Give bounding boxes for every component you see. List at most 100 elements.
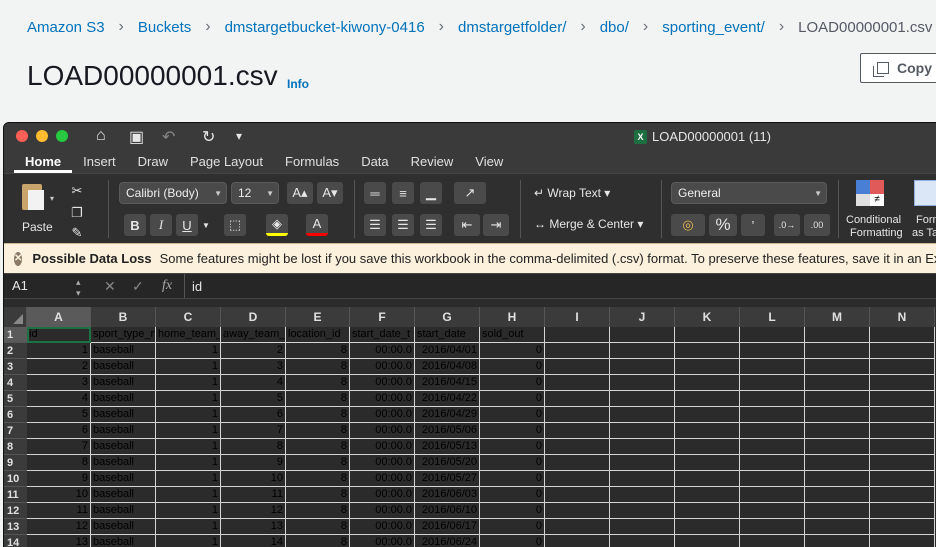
table-cell[interactable]: [805, 439, 870, 455]
table-cell[interactable]: 00:00.0: [350, 375, 415, 391]
table-cell[interactable]: 3: [221, 359, 286, 375]
table-cell[interactable]: [805, 423, 870, 439]
table-cell[interactable]: [740, 535, 805, 547]
wrap-text-button[interactable]: ↵ Wrap Text ▾: [534, 186, 610, 200]
table-cell[interactable]: start_date: [415, 327, 480, 343]
table-cell[interactable]: id: [27, 327, 91, 343]
table-cell[interactable]: [675, 375, 740, 391]
table-cell[interactable]: [870, 503, 935, 519]
table-cell[interactable]: [675, 487, 740, 503]
table-cell[interactable]: [740, 519, 805, 535]
table-cell[interactable]: [675, 343, 740, 359]
table-cell[interactable]: 8: [286, 343, 350, 359]
table-cell[interactable]: [740, 375, 805, 391]
table-cell[interactable]: [675, 391, 740, 407]
table-cell[interactable]: 00:00.0: [350, 343, 415, 359]
home-icon[interactable]: ⌂: [96, 127, 106, 145]
table-cell[interactable]: 00:00.0: [350, 535, 415, 547]
table-cell[interactable]: 2016/05/20: [415, 455, 480, 471]
tab-view[interactable]: View: [464, 154, 514, 173]
conditional-formatting-label-2[interactable]: Formatting: [850, 227, 903, 239]
cancel-entry-icon[interactable]: ✕: [104, 278, 116, 295]
table-cell[interactable]: [675, 359, 740, 375]
table-cell[interactable]: 8: [286, 535, 350, 547]
chevron-down-icon[interactable]: ▼: [199, 214, 213, 236]
table-cell[interactable]: 2016/05/27: [415, 471, 480, 487]
table-cell[interactable]: 0: [480, 519, 545, 535]
table-cell[interactable]: [805, 519, 870, 535]
borders-icon[interactable]: ⬚: [224, 214, 246, 236]
name-box-stepper-icon[interactable]: ▴ ▾: [76, 277, 81, 299]
table-cell[interactable]: 2016/04/01: [415, 343, 480, 359]
table-cell[interactable]: [870, 519, 935, 535]
table-cell[interactable]: 1: [156, 343, 221, 359]
table-cell[interactable]: [545, 407, 610, 423]
table-cell[interactable]: [545, 535, 610, 547]
table-cell[interactable]: [675, 535, 740, 547]
table-cell[interactable]: [870, 455, 935, 471]
format-as-table-label[interactable]: Form: [916, 214, 936, 226]
table-cell[interactable]: baseball: [91, 423, 156, 439]
row-header[interactable]: 6: [4, 407, 27, 423]
column-header[interactable]: G: [415, 307, 480, 327]
table-cell[interactable]: 2016/06/17: [415, 519, 480, 535]
table-cell[interactable]: [610, 519, 675, 535]
table-cell[interactable]: [675, 423, 740, 439]
table-cell[interactable]: [870, 487, 935, 503]
table-cell[interactable]: 1: [156, 503, 221, 519]
table-cell[interactable]: [610, 407, 675, 423]
zoom-window-button[interactable]: [56, 130, 68, 142]
table-cell[interactable]: [675, 439, 740, 455]
table-cell[interactable]: 2: [221, 343, 286, 359]
cut-icon[interactable]: ✂: [66, 180, 88, 202]
table-cell[interactable]: [610, 455, 675, 471]
table-cell[interactable]: [870, 391, 935, 407]
table-cell[interactable]: 00:00.0: [350, 471, 415, 487]
fill-color-icon[interactable]: ◈: [266, 214, 288, 236]
table-cell[interactable]: [610, 535, 675, 547]
align-middle-icon[interactable]: ≡: [392, 182, 414, 204]
table-cell[interactable]: [805, 535, 870, 547]
select-all-button[interactable]: [4, 307, 27, 327]
table-cell[interactable]: 0: [480, 439, 545, 455]
table-cell[interactable]: 8: [286, 391, 350, 407]
underline-button[interactable]: U: [176, 214, 198, 236]
row-header[interactable]: 11: [4, 487, 27, 503]
table-cell[interactable]: [805, 455, 870, 471]
align-bottom-icon[interactable]: ▁: [420, 182, 442, 204]
table-cell[interactable]: baseball: [91, 439, 156, 455]
formula-input[interactable]: id: [192, 279, 202, 294]
table-cell[interactable]: 8: [286, 471, 350, 487]
breadcrumb-target-folder[interactable]: dmstargetfolder/: [458, 19, 566, 36]
table-cell[interactable]: [805, 343, 870, 359]
table-cell[interactable]: 8: [286, 455, 350, 471]
column-header[interactable]: F: [350, 307, 415, 327]
table-cell[interactable]: 00:00.0: [350, 407, 415, 423]
save-icon[interactable]: ▣: [129, 127, 144, 147]
table-cell[interactable]: 8: [286, 407, 350, 423]
table-cell[interactable]: [870, 343, 935, 359]
table-cell[interactable]: 5: [27, 407, 91, 423]
bold-button[interactable]: B: [124, 214, 146, 236]
row-header[interactable]: 9: [4, 455, 27, 471]
table-cell[interactable]: [805, 327, 870, 343]
row-header[interactable]: 10: [4, 471, 27, 487]
table-cell[interactable]: 4: [27, 391, 91, 407]
column-header[interactable]: N: [870, 307, 935, 327]
table-cell[interactable]: 00:00.0: [350, 423, 415, 439]
table-cell[interactable]: 0: [480, 503, 545, 519]
number-format-select[interactable]: General ▼: [671, 182, 827, 204]
tab-home[interactable]: Home: [14, 154, 73, 173]
dismiss-warning-icon[interactable]: ✕: [14, 251, 23, 266]
decrease-font-size-icon[interactable]: A▾: [317, 182, 343, 204]
row-header[interactable]: 2: [4, 343, 27, 359]
table-cell[interactable]: 2016/06/03: [415, 487, 480, 503]
table-cell[interactable]: [805, 503, 870, 519]
format-as-table-icon[interactable]: [914, 180, 936, 206]
table-cell[interactable]: [610, 487, 675, 503]
table-cell[interactable]: [870, 471, 935, 487]
table-cell[interactable]: 10: [221, 471, 286, 487]
table-cell[interactable]: 2016/04/08: [415, 359, 480, 375]
merge-center-button[interactable]: ↔ Merge & Center ▾: [534, 217, 643, 231]
table-cell[interactable]: [740, 471, 805, 487]
